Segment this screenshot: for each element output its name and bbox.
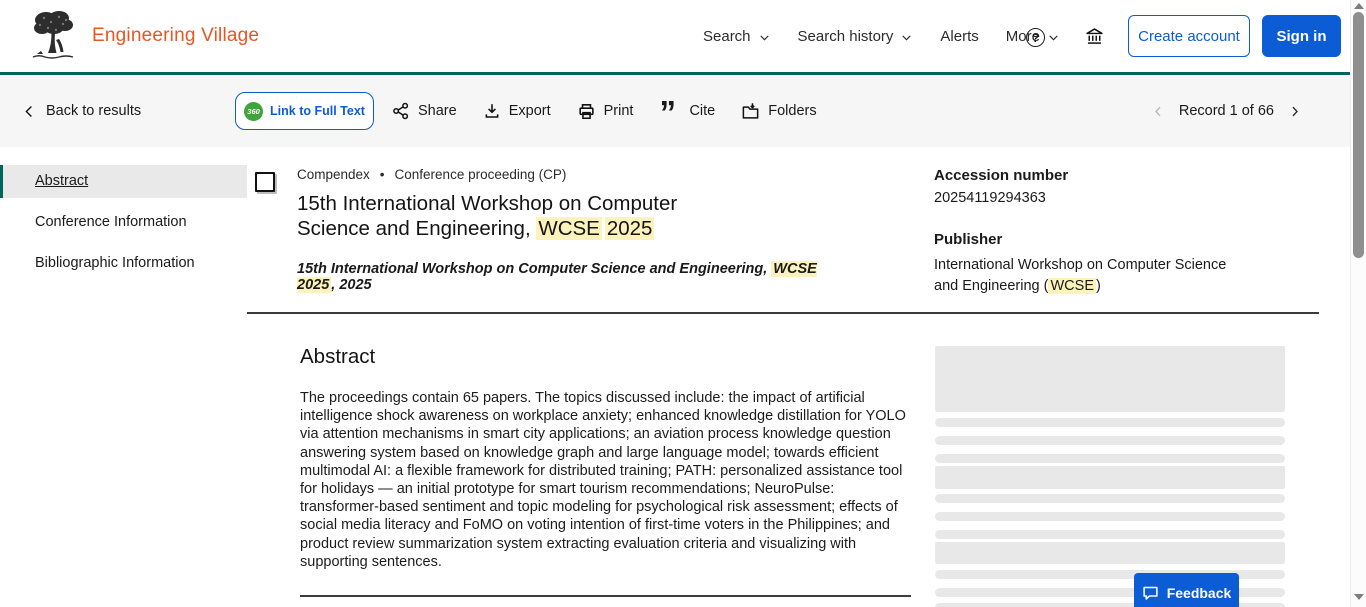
accession-number-value: 20254119294363 bbox=[934, 190, 1286, 206]
feedback-label: Feedback bbox=[1167, 585, 1232, 601]
toolbar-actions: Share Export bbox=[392, 75, 817, 147]
next-record-icon[interactable] bbox=[1287, 103, 1302, 120]
header-nav: Search Search history Alerts More bbox=[703, 0, 1060, 72]
title-highlight: WCSE bbox=[536, 217, 602, 240]
abstract-heading: Abstract bbox=[300, 345, 375, 369]
loading-skeleton-panel bbox=[935, 346, 1285, 607]
scroll-up-icon[interactable] bbox=[1354, 3, 1364, 9]
skeleton-block bbox=[935, 466, 1285, 489]
brand-title: Engineering Village bbox=[92, 25, 259, 47]
record-header: Compendex • Conference proceeding (CP) 1… bbox=[297, 167, 857, 293]
record-select-checkbox[interactable] bbox=[255, 172, 275, 192]
360-badge-icon: 360 bbox=[244, 102, 263, 121]
publisher-text: ) bbox=[1096, 278, 1101, 294]
folders-label: Folders bbox=[768, 103, 816, 119]
chevron-left-icon bbox=[22, 103, 37, 120]
record-subtitle: 15th International Workshop on Computer … bbox=[297, 261, 857, 293]
print-button[interactable]: Print bbox=[577, 102, 634, 121]
abstract-divider bbox=[300, 595, 911, 597]
content-divider bbox=[247, 312, 1319, 314]
engineering-village-record-page: Engineering Village Search Search histor… bbox=[0, 0, 1366, 607]
publisher-value: International Workshop on Computer Scien… bbox=[934, 255, 1252, 297]
sidebar-item-bibliographic-information[interactable]: Bibliographic Information bbox=[0, 247, 247, 280]
nav-search-history-label: Search history bbox=[798, 28, 894, 45]
share-icon bbox=[392, 102, 410, 120]
publisher-group: Publisher International Workshop on Comp… bbox=[934, 231, 1286, 297]
folder-add-icon bbox=[741, 102, 760, 121]
skeleton-bar bbox=[935, 418, 1285, 427]
record-count-label: Record 1 of 66 bbox=[1179, 103, 1274, 119]
sidebar-item-abstract[interactable]: Abstract bbox=[0, 165, 247, 198]
section-nav-sidebar: Abstract Conference Information Bibliogr… bbox=[0, 165, 247, 288]
database-label: Compendex bbox=[297, 167, 370, 182]
print-label: Print bbox=[604, 103, 634, 119]
toolbar: Back to results 360 Link to Full Text Sh… bbox=[0, 75, 1366, 147]
publisher-highlight: WCSE bbox=[1048, 278, 1096, 294]
accession-number-label: Accession number bbox=[934, 167, 1286, 184]
record-title: 15th International Workshop on Computer … bbox=[297, 191, 717, 241]
subtitle-text: , 2025 bbox=[331, 277, 371, 293]
link-to-full-text-button[interactable]: 360 Link to Full Text bbox=[235, 92, 374, 130]
chevron-down-icon bbox=[1047, 29, 1060, 44]
skeleton-bar bbox=[935, 512, 1285, 521]
skeleton-bar bbox=[935, 530, 1285, 539]
record-breadcrumb: Compendex • Conference proceeding (CP) bbox=[297, 167, 857, 182]
previous-record-icon[interactable] bbox=[1151, 103, 1166, 120]
create-account-button[interactable]: Create account bbox=[1128, 15, 1250, 57]
chevron-down-icon bbox=[900, 29, 913, 44]
print-icon bbox=[577, 102, 596, 121]
nav-search[interactable]: Search bbox=[703, 28, 771, 45]
quote-icon: ” bbox=[659, 101, 681, 121]
speech-bubble-icon bbox=[1142, 585, 1159, 601]
scrollbar-thumb[interactable] bbox=[1353, 12, 1364, 258]
share-button[interactable]: Share bbox=[392, 102, 457, 120]
header: Engineering Village Search Search histor… bbox=[0, 0, 1366, 72]
export-button[interactable]: Export bbox=[483, 102, 551, 120]
folders-button[interactable]: Folders bbox=[741, 102, 816, 121]
breadcrumb-dot: • bbox=[380, 167, 385, 182]
scroll-down-icon[interactable] bbox=[1354, 594, 1364, 600]
sidebar-item-conference-information[interactable]: Conference Information bbox=[0, 206, 247, 239]
nav-search-history[interactable]: Search history bbox=[798, 28, 914, 45]
institution-icon[interactable] bbox=[1084, 26, 1105, 47]
record-info-panel: Accession number 20254119294363 Publishe… bbox=[934, 167, 1286, 297]
back-label: Back to results bbox=[46, 103, 141, 119]
nav-alerts-label: Alerts bbox=[940, 28, 978, 45]
skeleton-bar bbox=[935, 454, 1285, 463]
skeleton-bar bbox=[935, 436, 1285, 445]
chevron-down-icon bbox=[758, 29, 771, 44]
nav-alerts[interactable]: Alerts bbox=[940, 28, 978, 45]
record-pagination: Record 1 of 66 bbox=[1151, 75, 1302, 147]
cite-button[interactable]: ” Cite bbox=[659, 101, 715, 121]
abstract-text: The proceedings contain 65 papers. The t… bbox=[300, 389, 912, 571]
sign-in-button[interactable]: Sign in bbox=[1262, 15, 1341, 57]
vertical-scrollbar[interactable] bbox=[1350, 0, 1366, 607]
full-text-label: Link to Full Text bbox=[270, 104, 365, 118]
doc-type-label: Conference proceeding (CP) bbox=[395, 167, 567, 182]
share-label: Share bbox=[418, 103, 457, 119]
export-label: Export bbox=[509, 103, 551, 119]
feedback-button[interactable]: Feedback bbox=[1134, 573, 1239, 607]
help-glyph: ? bbox=[1032, 31, 1039, 45]
cite-label: Cite bbox=[689, 103, 715, 119]
skeleton-bar bbox=[935, 494, 1285, 503]
subtitle-text: 15th International Workshop on Computer … bbox=[297, 261, 771, 277]
export-icon bbox=[483, 102, 501, 120]
help-icon[interactable]: ? bbox=[1026, 28, 1045, 47]
nav-search-label: Search bbox=[703, 28, 751, 45]
back-to-results-button[interactable]: Back to results bbox=[22, 75, 141, 147]
elsevier-tree-logo-icon bbox=[29, 8, 77, 62]
title-highlight: 2025 bbox=[605, 217, 655, 240]
skeleton-block bbox=[935, 542, 1285, 564]
skeleton-block bbox=[935, 346, 1285, 412]
publisher-label: Publisher bbox=[934, 231, 1286, 248]
